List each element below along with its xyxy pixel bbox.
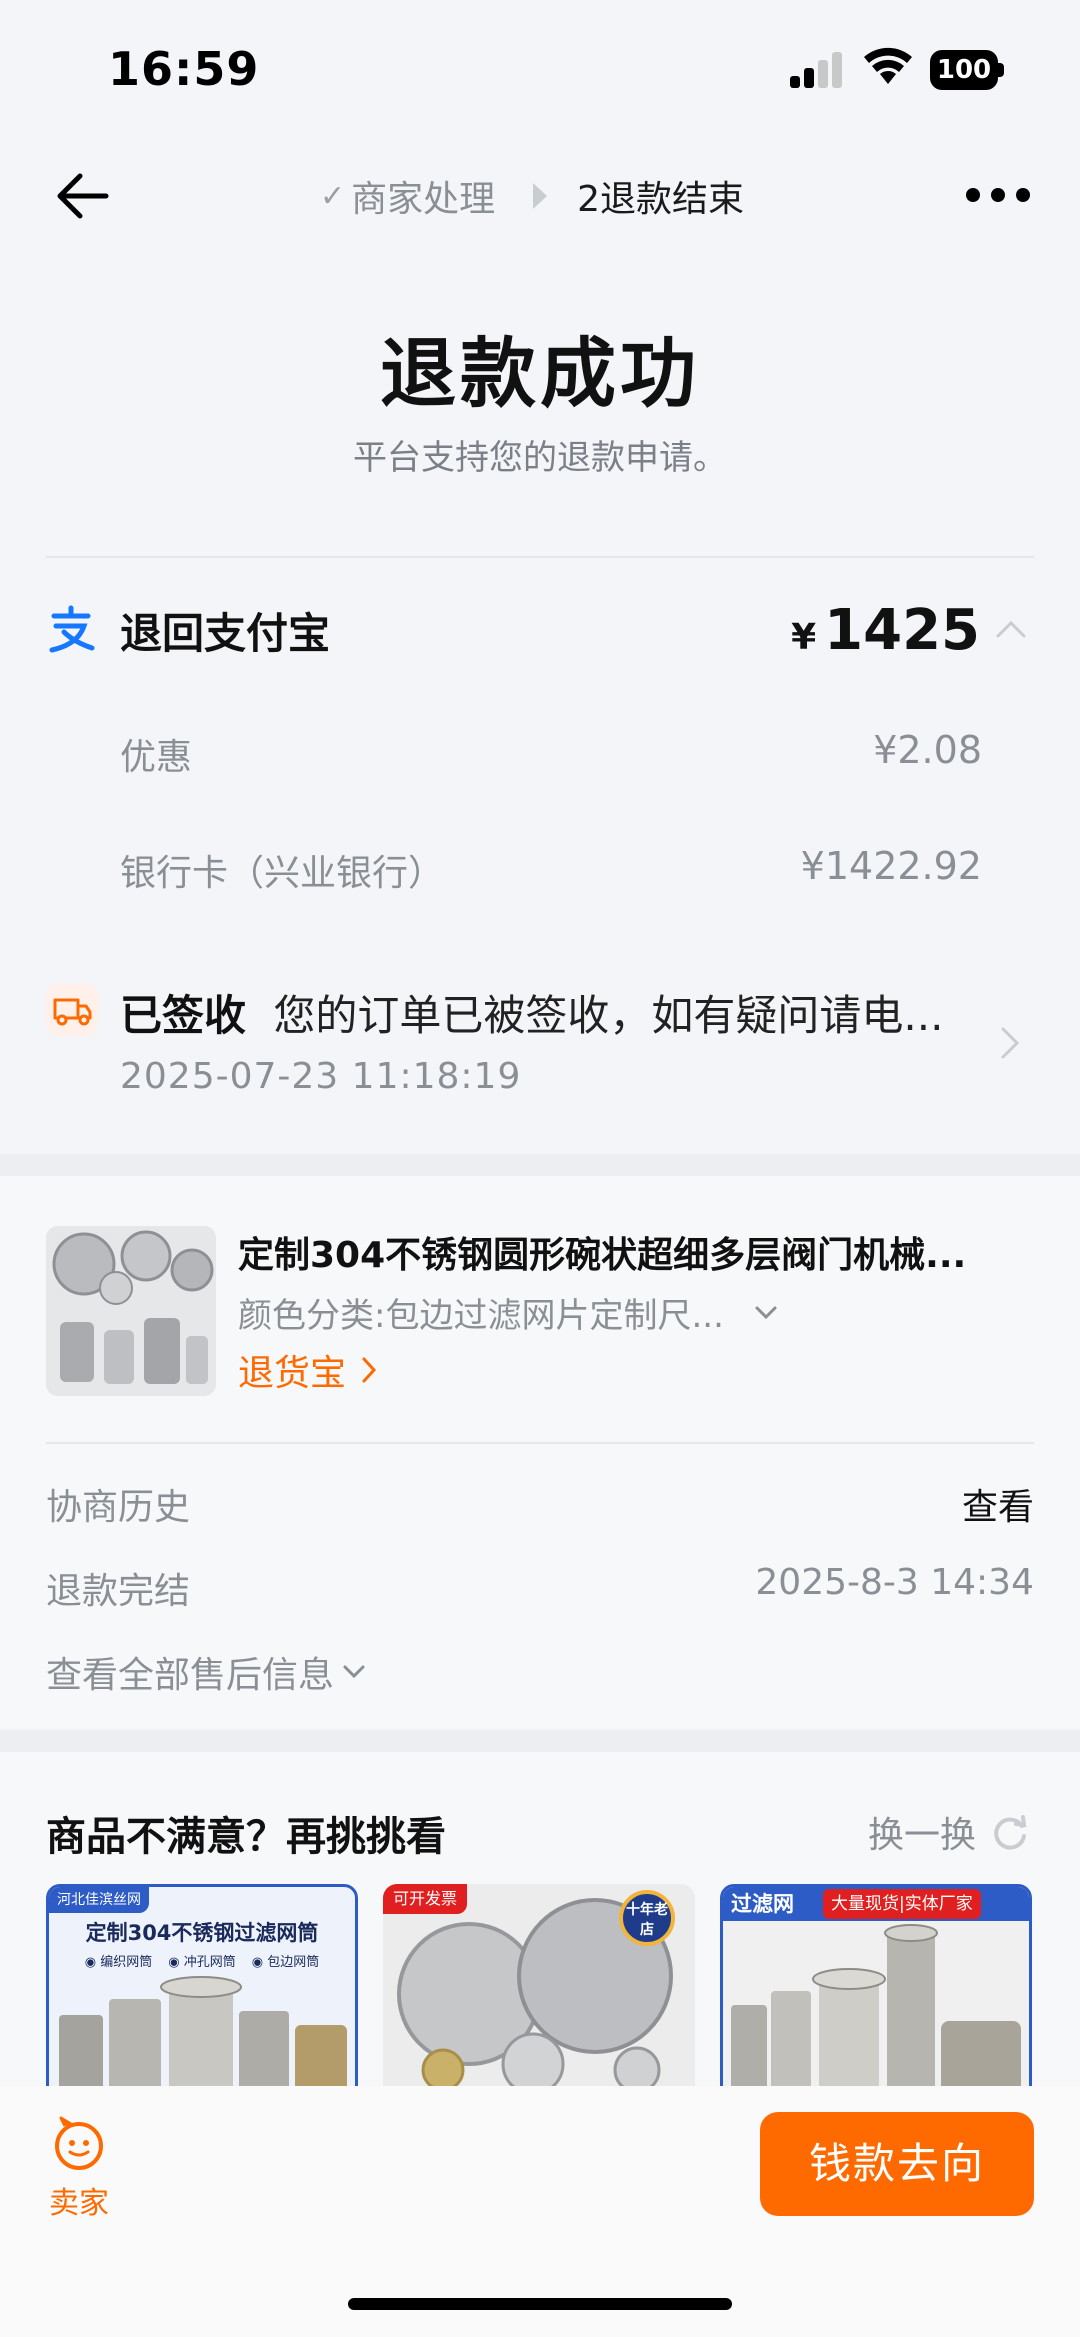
chevron-right-icon[interactable]: [998, 1024, 1022, 1062]
breakdown-label: 银行卡（兴业银行）: [120, 853, 445, 894]
refund-finished-label: 退款完结: [46, 1571, 191, 1612]
chevron-right-icon: [362, 1357, 377, 1383]
recommend-item[interactable]: 可开发票 十年老店: [383, 1884, 695, 2092]
recommend-item[interactable]: 河北佳滨丝网 定制304不锈钢过滤网筒 ◉ 编织网筒 ◉ 冲孔网筒 ◉ 包边网筒: [46, 1884, 358, 2092]
refund-finished-row: 退款完结 2025-8-3 14:34: [46, 1562, 1034, 1614]
section-separator: [0, 1730, 1080, 1752]
refund-total-amount: ¥ 1425: [791, 598, 980, 663]
truck-icon: [46, 984, 98, 1036]
top-nav: ✓ 商家处理 2退款结束: [0, 150, 1080, 240]
item-badge: 过滤网: [731, 1892, 794, 1916]
breakdown-value: ¥1422.92: [800, 844, 982, 888]
chevron-down-icon: [343, 1665, 365, 1679]
signal-icon: [790, 52, 844, 88]
refund-detail-page: 16:59 100 ✓ 商家处理 2退款结束 退款成功 平台支持您的退款申请。 …: [0, 0, 1080, 2337]
refresh-icon: [994, 1815, 1027, 1850]
item-badge: 可开发票: [383, 1884, 468, 1914]
currency-symbol: ¥: [791, 617, 817, 658]
filter-tube-image: [59, 1976, 347, 2089]
item-tag: 包边网筒: [267, 1955, 320, 1970]
item-banner: 河北佳滨丝网: [49, 1887, 149, 1913]
step-arrow-icon: [533, 183, 548, 209]
seller-icon: [55, 2116, 103, 2170]
logistics-status: 已签收: [120, 991, 247, 1040]
step-merchant-processing: 商家处理: [351, 179, 496, 220]
chevron-down-icon: [755, 1306, 777, 1319]
wifi-icon: [864, 47, 912, 84]
page-title: 退款成功: [380, 329, 700, 418]
negotiation-history-label: 协商历史: [46, 1487, 191, 1528]
filter-basket-image: [731, 1924, 1021, 2089]
item-tag: 冲孔网筒: [183, 1955, 236, 1970]
recommend-item[interactable]: 过滤网 大量现货|实体厂家: [720, 1884, 1032, 2092]
refresh-button[interactable]: 换一换: [868, 1806, 1030, 1858]
return-insurance-label: 退货宝: [238, 1353, 347, 1394]
refund-breakdown-row: 优惠 ¥2.08: [120, 728, 982, 780]
progress-steps: ✓ 商家处理 2退款结束: [320, 168, 744, 224]
status-bar: 16:59 100: [0, 0, 1080, 140]
back-arrow-icon[interactable]: [50, 168, 114, 224]
logistics-entry[interactable]: 已签收 您的订单已被签收，如有疑问请电...: [120, 982, 980, 1043]
product-spec[interactable]: 颜色分类:包边过滤网片定制尺...: [238, 1288, 778, 1337]
divider: [46, 1442, 1034, 1444]
item-headline: 定制304不锈钢过滤网筒: [85, 1921, 319, 1945]
refresh-label: 换一换: [867, 1815, 976, 1856]
page-subtitle: 平台支持您的退款申请。: [353, 438, 727, 478]
breakdown-label: 优惠: [120, 737, 193, 778]
seal-text: 十年老店: [626, 1902, 668, 1938]
negotiation-history-row: 协商历史 查看: [46, 1478, 1034, 1530]
refund-destination-label: 退回支付宝: [120, 609, 331, 658]
refund-breakdown-row: 银行卡（兴业银行） ¥1422.92: [120, 844, 982, 896]
logistics-description: 您的订单已被签收，如有疑问请电...: [273, 991, 944, 1040]
product-title[interactable]: 定制304不锈钢圆形碗状超细多层阀门机械...: [238, 1226, 998, 1278]
view-history-link[interactable]: 查看: [962, 1478, 1034, 1530]
section-separator: [0, 1154, 1080, 1176]
alipay-icon: [49, 605, 95, 653]
check-icon: ✓: [320, 178, 346, 214]
seller-label: 卖家: [49, 2186, 109, 2221]
battery-icon: 100: [930, 50, 1004, 90]
shop-seal: 十年老店: [619, 1890, 675, 1946]
amount-value: 1425: [824, 598, 980, 663]
item-tag: 编织网筒: [100, 1955, 153, 1970]
product-spec-text: 颜色分类:包边过滤网片定制尺...: [238, 1296, 724, 1336]
item-banner: 大量现货|实体厂家: [823, 1889, 981, 1919]
home-indicator: [348, 2298, 732, 2310]
item-tags: ◉ 编织网筒 ◉ 冲孔网筒 ◉ 包边网筒: [84, 1955, 320, 1970]
breakdown-value: ¥2.08: [873, 728, 982, 772]
return-insurance-link[interactable]: 退货宝: [238, 1344, 378, 1396]
divider: [46, 556, 1034, 558]
view-all-label: 查看全部售后信息: [46, 1655, 335, 1696]
view-all-aftersale-link[interactable]: 查看全部售后信息: [46, 1646, 366, 1698]
status-time: 16:59: [108, 42, 260, 96]
product-thumbnail[interactable]: [46, 1226, 216, 1396]
battery-level: 100: [930, 50, 998, 90]
chevron-up-icon[interactable]: [994, 618, 1028, 640]
refund-finished-time: 2025-8-3 14:34: [755, 1562, 1034, 1603]
logistics-time: 2025-07-23 11:18:19: [120, 1056, 522, 1097]
step-refund-finished: 2退款结束: [577, 179, 745, 220]
more-icon[interactable]: [966, 180, 1030, 210]
recommend-title: 商品不满意？再挑挑看: [46, 1814, 446, 1860]
money-whereabouts-button[interactable]: 钱款去向: [760, 2112, 1034, 2216]
contact-seller-button[interactable]: 卖家: [44, 2116, 114, 2221]
filter-mesh-image: [46, 1226, 216, 1396]
